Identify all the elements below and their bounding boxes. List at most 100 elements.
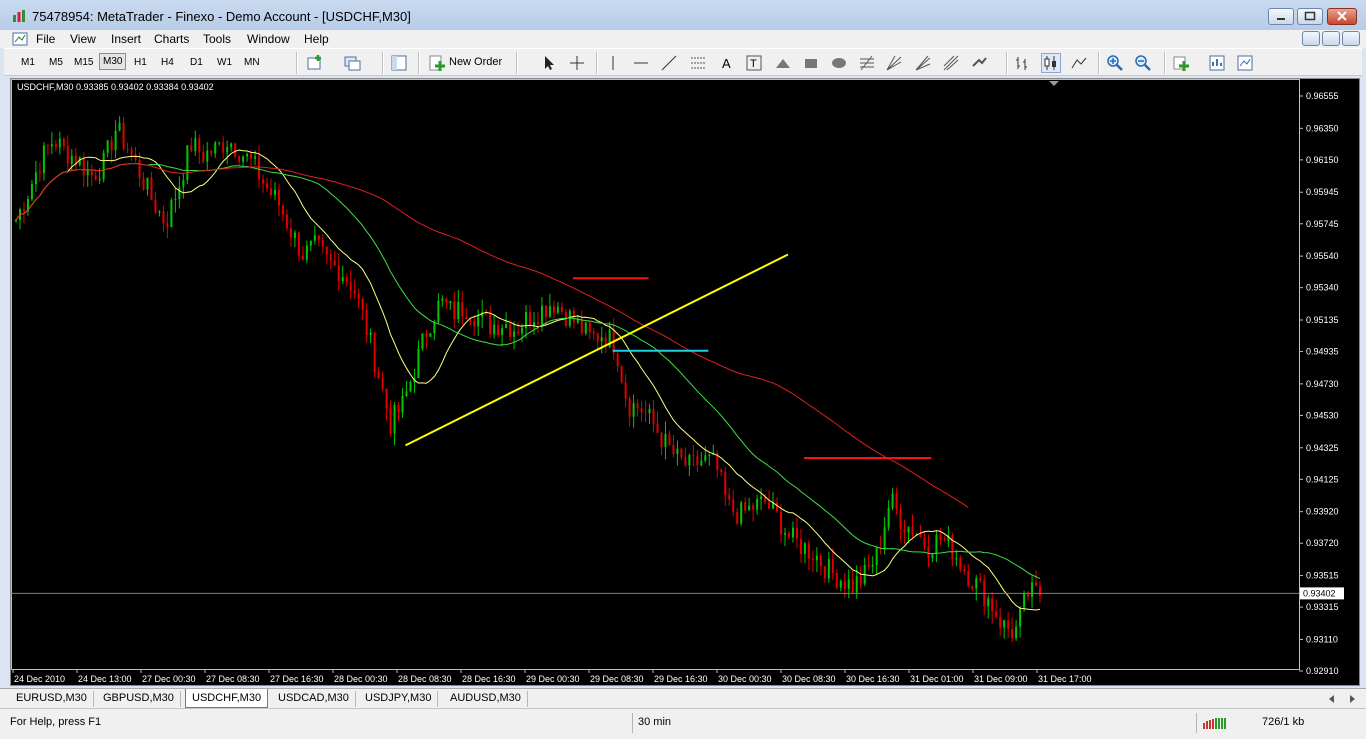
candle-body [891, 493, 894, 509]
candle-body [588, 322, 591, 332]
menu-charts[interactable]: Charts [154, 31, 189, 47]
candle-body [365, 310, 368, 336]
text-icon[interactable]: A [718, 54, 736, 72]
chart-window-icon[interactable] [12, 31, 28, 47]
candle-body [999, 617, 1002, 628]
triangle-icon[interactable] [774, 54, 792, 72]
bar-chart-icon[interactable] [1014, 54, 1032, 72]
fibonacci-icon[interactable] [858, 54, 876, 72]
candle-body [959, 558, 962, 570]
timeframe-m5-button[interactable]: M5 [46, 55, 66, 70]
new-chart-icon[interactable] [306, 54, 324, 72]
timeframe-h1-button[interactable]: H1 [131, 55, 150, 70]
scroll-right-icon[interactable] [1346, 693, 1358, 705]
tab-usdchf[interactable]: USDCHF,M30 [185, 689, 269, 708]
scroll-left-icon[interactable] [1326, 693, 1338, 705]
menu-view[interactable]: View [70, 31, 96, 47]
candle-body [146, 177, 149, 190]
tab-usdjpy[interactable]: USDJPY,M30 [359, 691, 439, 707]
candle-body [106, 140, 109, 153]
candle-body [616, 353, 619, 367]
candle-body [198, 138, 201, 153]
candle-body [46, 145, 49, 147]
timeframe-h4-button[interactable]: H4 [158, 55, 177, 70]
candle-body [907, 526, 910, 533]
candle-body [158, 211, 161, 213]
child-close-button[interactable] [1342, 31, 1360, 46]
tab-gbpusd[interactable]: GBPUSD,M30 [97, 691, 181, 707]
navigator-icon[interactable] [390, 54, 408, 72]
trendline-icon[interactable] [660, 54, 678, 72]
candle-body [142, 178, 145, 190]
tab-usdcad[interactable]: USDCAD,M30 [272, 691, 356, 707]
candle-body [640, 408, 643, 413]
profiles-icon[interactable] [344, 54, 362, 72]
candle-body [210, 150, 213, 154]
candle-body [644, 412, 647, 414]
indicators-icon[interactable] [1172, 54, 1190, 72]
gann-fan-icon[interactable] [885, 54, 903, 72]
pitchfork-icon[interactable] [942, 54, 960, 72]
periods-icon[interactable] [1208, 54, 1226, 72]
vertical-line-icon[interactable] [604, 54, 622, 72]
candle-body [995, 611, 998, 618]
templates-icon[interactable] [1236, 54, 1254, 72]
candle-body [660, 432, 663, 448]
candle-body [799, 538, 802, 554]
cursor-icon[interactable] [540, 54, 558, 72]
time-tick-label: 30 Dec 00:30 [718, 674, 772, 684]
candle-body [776, 502, 779, 512]
candle-body [513, 331, 516, 337]
close-button[interactable] [1327, 8, 1357, 25]
child-restore-button[interactable] [1322, 31, 1340, 46]
price-tick-label: 0.95135 [1306, 315, 1339, 325]
candlestick-icon[interactable] [1041, 53, 1061, 73]
rectangle-icon[interactable] [802, 54, 820, 72]
tab-audusd[interactable]: AUDUSD,M30 [444, 691, 528, 707]
menu-help[interactable]: Help [304, 31, 329, 47]
candle-body [82, 157, 85, 176]
chart-window[interactable]: 0.96555 0.96350 0.96150 0.95945 0.95745 0.955… [10, 78, 1360, 686]
candle-body [489, 314, 492, 335]
timeframe-m1-button[interactable]: M1 [18, 55, 38, 70]
candle-body [42, 145, 45, 174]
child-minimize-button[interactable] [1302, 31, 1320, 46]
menu-insert[interactable]: Insert [111, 31, 141, 47]
horizontal-line-icon[interactable] [632, 54, 650, 72]
candle-body [803, 543, 806, 554]
svg-text:T: T [750, 58, 757, 70]
fibo-fan-icon[interactable] [914, 54, 932, 72]
timeframe-m15-button[interactable]: M15 [71, 55, 96, 70]
timeframe-d1-button[interactable]: D1 [187, 55, 206, 70]
candle-body [214, 142, 217, 154]
candle-body [230, 143, 233, 148]
new-order-label[interactable]: New Order [449, 56, 502, 68]
candle-body [393, 405, 396, 434]
text-label-icon[interactable]: T [745, 54, 763, 72]
zoom-in-icon[interactable] [1106, 54, 1124, 72]
minimize-icon [1277, 18, 1285, 20]
timeframe-m30-button[interactable]: M30 [99, 53, 127, 70]
menu-tools[interactable]: Tools [203, 31, 231, 47]
chart-shift-marker [1049, 81, 1059, 86]
arrows-icon[interactable] [970, 54, 988, 72]
menu-file[interactable]: File [36, 31, 55, 47]
candle-body [736, 511, 739, 524]
ellipse-icon[interactable] [830, 54, 848, 72]
candle-body [584, 322, 587, 334]
tab-eurusd[interactable]: EURUSD,M30 [10, 691, 94, 707]
line-chart-icon[interactable] [1070, 54, 1088, 72]
timeframe-mn-button[interactable]: MN [241, 55, 263, 70]
maximize-button[interactable] [1297, 8, 1323, 25]
minimize-button[interactable] [1268, 8, 1294, 25]
menu-bar: File View Insert Charts Tools Window Hel… [0, 30, 1366, 48]
price-chart[interactable]: 0.96555 0.96350 0.96150 0.95945 0.95745 0.955… [11, 79, 1359, 685]
new-order-icon[interactable] [428, 54, 446, 72]
candle-body [843, 581, 846, 589]
menu-window[interactable]: Window [247, 31, 290, 47]
crosshair-icon[interactable] [568, 54, 586, 72]
candle-body [1031, 582, 1034, 597]
zoom-out-icon[interactable] [1134, 54, 1152, 72]
channel-icon[interactable] [689, 54, 707, 72]
timeframe-w1-button[interactable]: W1 [214, 55, 235, 70]
